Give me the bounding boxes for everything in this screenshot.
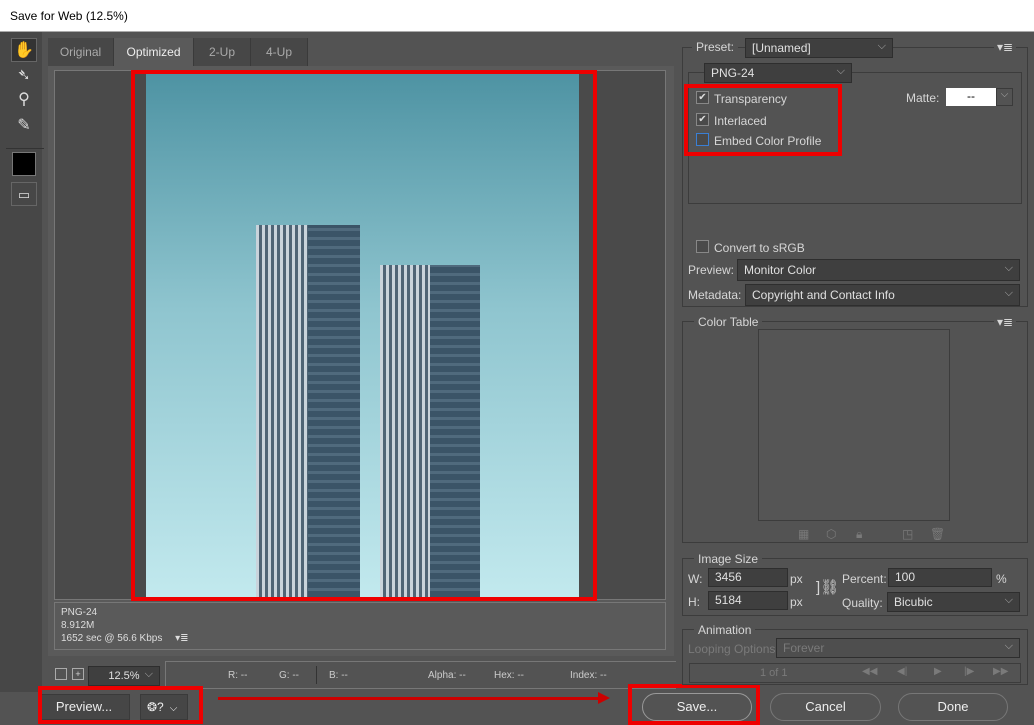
width-input[interactable]: 3456 xyxy=(708,568,788,587)
preset-label: Preset: xyxy=(692,40,739,54)
height-label: H: xyxy=(688,595,700,609)
web-snap-icon[interactable]: ▦ xyxy=(798,527,809,541)
constrain-link-icon[interactable]: ]⛓ xyxy=(816,578,839,596)
width-label: W: xyxy=(688,572,703,586)
arrow-head xyxy=(598,692,610,704)
info-download-time: 1652 sec @ 56.6 Kbps xyxy=(61,633,163,644)
height-unit: px xyxy=(790,595,803,609)
percent-unit: % xyxy=(996,572,1007,586)
info-menu-icon[interactable]: ▾≣ xyxy=(175,633,188,644)
pixel-index: Index: -- xyxy=(570,670,607,681)
zoom-in-button[interactable]: + xyxy=(72,668,84,680)
color-table-menu-icon[interactable]: ▾≣ xyxy=(994,315,1017,329)
preview-label: Preview: xyxy=(688,263,735,277)
frame-controls: 1 of 1 ◀◀ ◀| ▶ |▶ ▶▶ xyxy=(689,663,1021,683)
pixel-g: G: -- xyxy=(279,670,299,681)
percent-input[interactable]: 100 xyxy=(888,568,992,587)
first-frame-icon[interactable]: ◀◀ xyxy=(862,666,877,677)
tab-4up[interactable]: 4-Up xyxy=(251,38,308,66)
info-format: PNG-24 xyxy=(61,607,98,618)
metadata-select[interactable]: Copyright and Contact Info xyxy=(745,283,1020,306)
zoom-out-button[interactable] xyxy=(55,668,67,680)
quality-select[interactable]: Bicubic xyxy=(887,591,1020,612)
highlight-preview-button xyxy=(38,686,203,724)
arrow-line xyxy=(218,697,602,700)
preset-menu-icon[interactable]: ▾≣ xyxy=(994,40,1017,54)
previous-frame-icon[interactable]: ◀| xyxy=(897,666,907,677)
animation-title: Animation xyxy=(694,623,756,637)
slice-select-icon[interactable]: ➴ xyxy=(11,64,37,88)
window-title: Save for Web (12.5%) xyxy=(0,0,1034,32)
eyedropper-color-swatch[interactable] xyxy=(12,152,36,176)
play-icon[interactable]: ▶ xyxy=(934,666,942,677)
new-color-icon[interactable]: ◳ xyxy=(902,527,913,541)
info-size: 8.912M xyxy=(61,620,95,631)
pixel-hex: Hex: -- xyxy=(494,670,524,681)
looping-label: Looping Options: xyxy=(688,642,779,656)
tab-optimized[interactable]: Optimized xyxy=(114,38,194,66)
last-frame-icon[interactable]: ▶▶ xyxy=(993,666,1008,677)
tab-original[interactable]: Original xyxy=(48,38,114,66)
pixel-b: B: -- xyxy=(329,670,348,681)
zoom-icon[interactable]: ⚲ xyxy=(11,88,37,112)
width-unit: px xyxy=(790,572,803,586)
height-input[interactable]: 5184 xyxy=(708,591,788,610)
matte-color[interactable]: -- xyxy=(946,88,996,106)
toggle-slices-icon[interactable]: ▭ xyxy=(11,182,37,206)
preview-select[interactable]: Monitor Color xyxy=(737,258,1020,281)
eyedropper-icon[interactable]: ✎ xyxy=(11,114,37,138)
looping-select[interactable]: Forever xyxy=(776,637,1020,658)
matte-chevron-icon[interactable]: ⌵ xyxy=(996,88,1013,106)
color-table xyxy=(758,329,950,521)
highlight-save-button xyxy=(628,684,760,725)
file-format-select[interactable]: PNG-24 xyxy=(704,62,852,83)
metadata-label: Metadata: xyxy=(688,288,742,302)
percent-label: Percent: xyxy=(842,572,887,586)
optimization-info: PNG-24 8.912M 1652 sec @ 56.6 Kbps ▾≣ xyxy=(54,602,666,650)
toolbar: ✋ ➴ ⚲ ✎ ▭ xyxy=(0,32,44,692)
pixel-r: R: -- xyxy=(228,670,248,681)
matte-label: Matte: xyxy=(906,91,940,105)
trash-icon[interactable]: 🗑︎ xyxy=(930,527,945,541)
image-size-title: Image Size xyxy=(694,552,763,566)
convert-srgb-checkbox[interactable] xyxy=(696,240,709,253)
pixel-alpha: Alpha: -- xyxy=(428,670,466,681)
hand-icon[interactable]: ✋ xyxy=(11,38,37,62)
zoom-level-select[interactable]: 12.5% xyxy=(88,665,160,686)
tab-2up[interactable]: 2-Up xyxy=(194,38,251,66)
preset-select[interactable]: [Unnamed] xyxy=(745,37,893,58)
cancel-button[interactable]: Cancel xyxy=(770,693,881,721)
pixel-readout: R: -- G: -- B: -- Alpha: -- Hex: -- Inde… xyxy=(165,661,676,689)
lock-icon[interactable]: 🔒︎ xyxy=(856,527,862,542)
convert-srgb-label: Convert to sRGB xyxy=(714,241,805,255)
color-table-title: Color Table xyxy=(694,315,763,329)
done-button[interactable]: Done xyxy=(898,693,1008,721)
frame-counter: 1 of 1 xyxy=(760,667,788,679)
highlight-checkboxes xyxy=(684,84,842,156)
quality-label: Quality: xyxy=(842,596,883,610)
highlight-preview xyxy=(131,70,597,601)
next-frame-icon[interactable]: |▶ xyxy=(964,666,974,677)
cube-icon[interactable]: ⬡ xyxy=(826,527,836,541)
